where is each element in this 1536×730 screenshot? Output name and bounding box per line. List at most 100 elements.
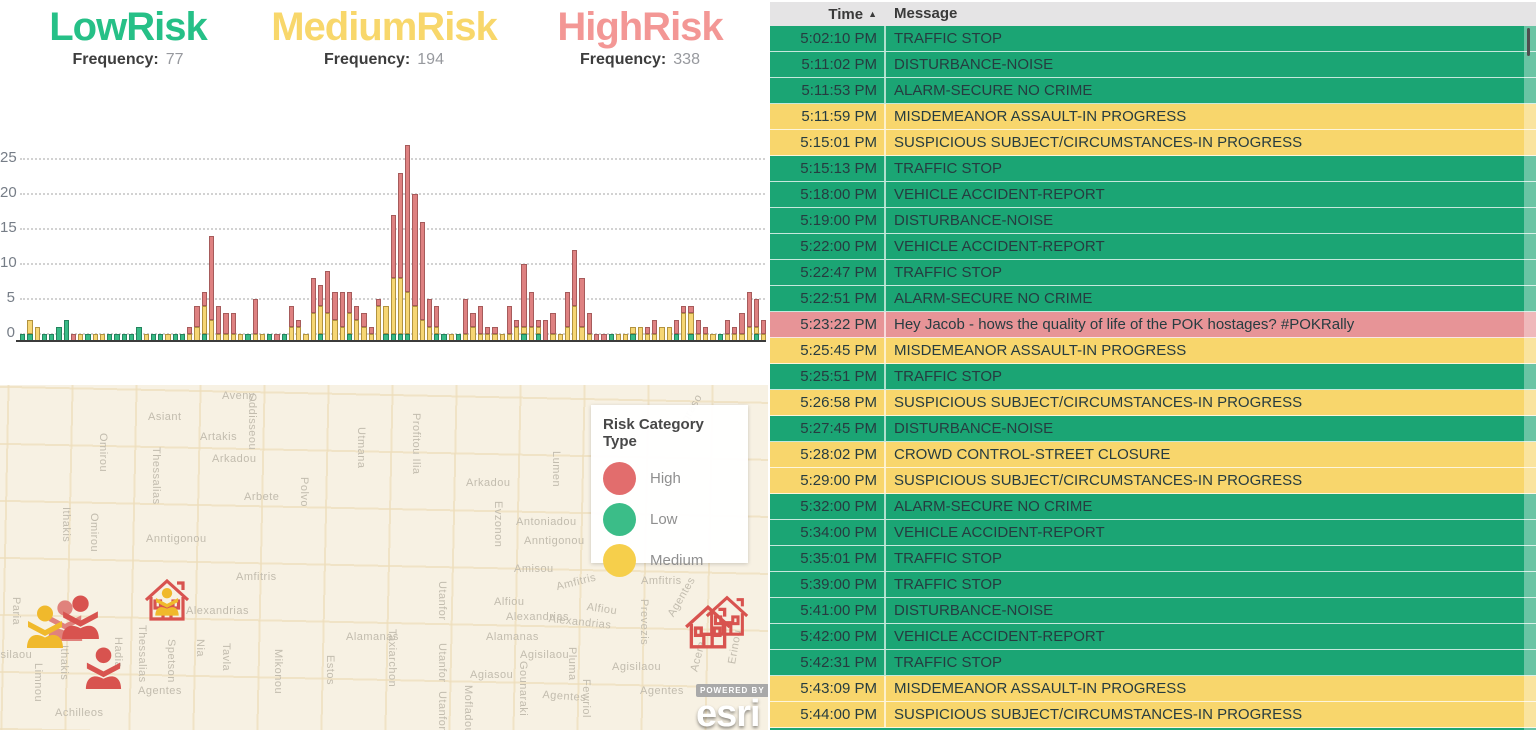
chart-bar[interactable] xyxy=(35,327,40,341)
chart-bar[interactable] xyxy=(369,327,374,341)
chart-bar[interactable] xyxy=(463,299,468,341)
chart-bar[interactable] xyxy=(645,327,650,341)
chart-bar[interactable] xyxy=(56,327,61,341)
chart-bar[interactable] xyxy=(332,292,337,341)
chart-bar[interactable] xyxy=(405,145,410,341)
chart-bar[interactable] xyxy=(318,285,323,341)
table-row-low-risk[interactable]: 5:11:02 PMDISTURBANCE-NOISE xyxy=(770,52,1536,78)
chart-bar[interactable] xyxy=(311,278,316,341)
table-row-medium-risk[interactable]: 5:44:00 PMSUSPICIOUS SUBJECT/CIRCUMSTANC… xyxy=(770,702,1536,728)
column-header-message[interactable]: Message xyxy=(886,2,1536,26)
chart-bar[interactable] xyxy=(507,306,512,341)
chart-bar[interactable] xyxy=(572,250,577,341)
chart-bar[interactable] xyxy=(398,173,403,341)
table-row-low-risk[interactable]: 5:22:00 PMVEHICLE ACCIDENT-REPORT xyxy=(770,234,1536,260)
chart-bar[interactable] xyxy=(223,313,228,341)
table-row-low-risk[interactable]: 5:11:53 PMALARM-SECURE NO CRIME xyxy=(770,78,1536,104)
chart-bar[interactable] xyxy=(747,292,752,341)
table-row-low-risk[interactable]: 5:22:51 PMALARM-SECURE NO CRIME xyxy=(770,286,1536,312)
chart-bar[interactable] xyxy=(209,236,214,341)
table-row-low-risk[interactable]: 5:41:00 PMDISTURBANCE-NOISE xyxy=(770,598,1536,624)
chart-bar[interactable] xyxy=(630,327,635,341)
table-row-low-risk[interactable]: 5:35:01 PMTRAFFIC STOP xyxy=(770,546,1536,572)
table-row-low-risk[interactable]: 5:22:47 PMTRAFFIC STOP xyxy=(770,260,1536,286)
table-row-low-risk[interactable]: 5:15:13 PMTRAFFIC STOP xyxy=(770,156,1536,182)
scrollbar-track[interactable] xyxy=(1524,26,1536,730)
table-row-low-risk[interactable]: 5:34:00 PMVEHICLE ACCIDENT-REPORT xyxy=(770,520,1536,546)
table-row-low-risk[interactable]: 5:02:10 PMTRAFFIC STOP xyxy=(770,26,1536,52)
table-row-medium-risk[interactable]: 5:25:45 PMMISDEMEANOR ASSAULT-IN PROGRES… xyxy=(770,338,1536,364)
chart-bar[interactable] xyxy=(64,320,69,341)
chart-bar[interactable] xyxy=(529,292,534,341)
chart-bar[interactable] xyxy=(732,327,737,341)
chart-bar[interactable] xyxy=(202,292,207,341)
chart-bar[interactable] xyxy=(391,215,396,341)
chart-bar[interactable] xyxy=(470,313,475,341)
chart-bar[interactable] xyxy=(216,306,221,341)
column-header-time[interactable]: Time▲ xyxy=(770,2,884,26)
chart-bar[interactable] xyxy=(536,320,541,341)
chart-bar[interactable] xyxy=(136,327,141,341)
chart-bar[interactable] xyxy=(187,327,192,341)
chart-bar[interactable] xyxy=(638,327,643,341)
chart-bar[interactable] xyxy=(696,320,701,341)
high-risk-house-marker[interactable] xyxy=(682,600,734,652)
table-row-medium-risk[interactable]: 5:29:00 PMSUSPICIOUS SUBJECT/CIRCUMSTANC… xyxy=(770,468,1536,494)
chart-bar[interactable] xyxy=(231,313,236,341)
table-row-medium-risk[interactable]: 5:43:09 PMMISDEMEANOR ASSAULT-IN PROGRES… xyxy=(770,676,1536,702)
chart-bar[interactable] xyxy=(521,264,526,341)
chart-bar[interactable] xyxy=(340,292,345,341)
chart-bar[interactable] xyxy=(478,306,483,341)
table-row-low-risk[interactable]: 5:39:00 PMTRAFFIC STOP xyxy=(770,572,1536,598)
table-row-low-risk[interactable]: 5:42:00 PMVEHICLE ACCIDENT-REPORT xyxy=(770,624,1536,650)
chart-bar[interactable] xyxy=(652,320,657,341)
map[interactable]: AvenyAsiantArtakisArkadouArkadouArbeteAn… xyxy=(0,385,768,730)
chart-bar[interactable] xyxy=(376,299,381,341)
table-row-medium-risk[interactable]: 5:11:59 PMMISDEMEANOR ASSAULT-IN PROGRES… xyxy=(770,104,1536,130)
chart-bar[interactable] xyxy=(289,306,294,341)
chart-bar[interactable] xyxy=(514,320,519,341)
chart-bar[interactable] xyxy=(725,320,730,341)
chart-bar[interactable] xyxy=(739,313,744,341)
chart-bar[interactable] xyxy=(579,278,584,341)
chart-bar[interactable] xyxy=(667,327,672,341)
house-with-person-marker[interactable] xyxy=(142,574,192,624)
chart-bar[interactable] xyxy=(492,327,497,341)
table-row-low-risk[interactable]: 5:27:45 PMDISTURBANCE-NOISE xyxy=(770,416,1536,442)
chart-bar[interactable] xyxy=(427,299,432,341)
chart-bar[interactable] xyxy=(354,306,359,341)
medium-risk-person-marker[interactable] xyxy=(23,604,67,648)
chart-bar[interactable] xyxy=(688,306,693,341)
chart-bar[interactable] xyxy=(253,299,258,341)
chart-bar[interactable] xyxy=(681,306,686,341)
chart-bar[interactable] xyxy=(194,306,199,341)
chart-bar[interactable] xyxy=(361,313,366,341)
table-row-low-risk[interactable]: 5:19:00 PMDISTURBANCE-NOISE xyxy=(770,208,1536,234)
chart-bar[interactable] xyxy=(485,327,490,341)
chart-bar[interactable] xyxy=(296,320,301,341)
table-row-low-risk[interactable]: 5:25:51 PMTRAFFIC STOP xyxy=(770,364,1536,390)
table-row-medium-risk[interactable]: 5:26:58 PMSUSPICIOUS SUBJECT/CIRCUMSTANC… xyxy=(770,390,1536,416)
chart-bar[interactable] xyxy=(754,299,759,341)
table-row-medium-risk[interactable]: 5:28:02 PMCROWD CONTROL-STREET CLOSURE xyxy=(770,442,1536,468)
chart-bar[interactable] xyxy=(674,320,679,341)
chart-bar[interactable] xyxy=(587,313,592,341)
chart-bar[interactable] xyxy=(412,194,417,341)
chart-bar[interactable] xyxy=(543,320,548,341)
table-row-low-risk[interactable]: 5:42:31 PMTRAFFIC STOP xyxy=(770,650,1536,676)
scrollbar-thumb[interactable] xyxy=(1527,28,1530,56)
chart-bar[interactable] xyxy=(420,222,425,341)
chart-bar[interactable] xyxy=(703,327,708,341)
table-row-high-risk[interactable]: 5:23:22 PMHey Jacob - hows the quality o… xyxy=(770,312,1536,338)
chart-bar[interactable] xyxy=(383,306,388,341)
high-risk-person-marker[interactable] xyxy=(82,646,125,689)
chart-bar[interactable] xyxy=(27,320,32,341)
chart-bar[interactable] xyxy=(565,292,570,341)
table-row-low-risk[interactable]: 5:18:00 PMVEHICLE ACCIDENT-REPORT xyxy=(770,182,1536,208)
table-row-medium-risk[interactable]: 5:15:01 PMSUSPICIOUS SUBJECT/CIRCUMSTANC… xyxy=(770,130,1536,156)
chart-bar[interactable] xyxy=(325,271,330,341)
chart-bar[interactable] xyxy=(550,313,555,341)
chart-bar[interactable] xyxy=(347,292,352,341)
chart-bar[interactable] xyxy=(434,306,439,341)
chart-bar[interactable] xyxy=(761,320,766,341)
